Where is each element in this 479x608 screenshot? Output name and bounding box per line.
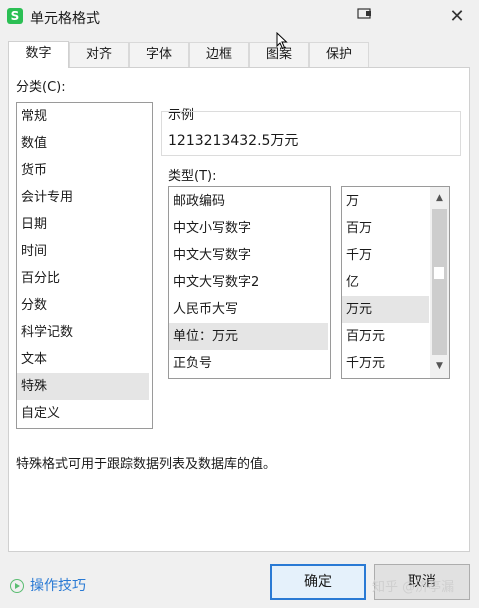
- tab-border[interactable]: 边框: [189, 42, 249, 67]
- watermark: 知乎 @济亭漏: [372, 580, 455, 595]
- unit-list[interactable]: 万 百万 千万 亿 万元 百万元 千万元 ▲ ▼: [341, 186, 450, 379]
- ok-button[interactable]: 确定: [270, 564, 366, 600]
- scrollbar-track[interactable]: [432, 209, 447, 355]
- scrollbar-thumb[interactable]: [434, 267, 444, 279]
- tab-font[interactable]: 字体: [129, 42, 189, 67]
- unit-item[interactable]: 千万: [342, 242, 429, 269]
- scroll-up-icon[interactable]: ▲: [430, 190, 449, 207]
- category-item-custom[interactable]: 自定义: [17, 400, 152, 427]
- type-item[interactable]: 人民币大写: [169, 296, 330, 323]
- type-list[interactable]: 邮政编码 中文小写数字 中文大写数字 中文大写数字2 人民币大写 单位：万元 正…: [168, 186, 331, 379]
- category-label: 分类(C):: [16, 80, 66, 95]
- close-icon[interactable]: ✕: [444, 4, 470, 30]
- unit-item[interactable]: 万: [342, 188, 429, 215]
- type-item-selected[interactable]: 单位：万元: [169, 323, 328, 350]
- restore-icon[interactable]: [352, 4, 378, 30]
- unit-scrollbar[interactable]: ▲ ▼: [430, 187, 449, 378]
- unit-item[interactable]: 百万元: [342, 323, 429, 350]
- category-item-percentage[interactable]: 百分比: [17, 265, 152, 292]
- title-bar: S 单元格格式 ✕: [0, 0, 479, 34]
- tab-number[interactable]: 数字: [8, 41, 69, 68]
- mouse-cursor-icon: [276, 32, 288, 50]
- app-logo-icon: S: [7, 8, 23, 24]
- unit-item-selected[interactable]: 万元: [342, 296, 429, 323]
- tab-protection[interactable]: 保护: [309, 42, 369, 67]
- category-item-special[interactable]: 特殊: [17, 373, 149, 400]
- type-item[interactable]: 正负号: [169, 350, 330, 377]
- play-icon: [10, 579, 24, 593]
- category-item-fraction[interactable]: 分数: [17, 292, 152, 319]
- scroll-down-icon[interactable]: ▼: [430, 358, 449, 375]
- type-item[interactable]: 邮政编码: [169, 188, 330, 215]
- tab-alignment[interactable]: 对齐: [69, 42, 129, 67]
- unit-item[interactable]: 亿: [342, 269, 429, 296]
- category-item-scientific[interactable]: 科学记数: [17, 319, 152, 346]
- type-item[interactable]: 中文大写数字2: [169, 269, 330, 296]
- category-item-time[interactable]: 时间: [17, 238, 152, 265]
- category-item-accounting[interactable]: 会计专用: [17, 184, 152, 211]
- tips-link[interactable]: 操作技巧: [10, 575, 86, 595]
- unit-item[interactable]: 千万元: [342, 350, 429, 377]
- category-item-general[interactable]: 常规: [17, 103, 152, 130]
- type-label: 类型(T):: [168, 169, 217, 184]
- unit-item[interactable]: 百万: [342, 215, 429, 242]
- category-item-number[interactable]: 数值: [17, 130, 152, 157]
- dialog-title: 单元格格式: [30, 11, 100, 27]
- category-list[interactable]: 常规 数值 货币 会计专用 日期 时间 百分比 分数 科学记数 文本 特殊 自定…: [16, 102, 153, 429]
- sample-value: 1213213432.5万元: [168, 133, 299, 149]
- tips-label: 操作技巧: [30, 578, 86, 594]
- category-item-text[interactable]: 文本: [17, 346, 152, 373]
- category-item-currency[interactable]: 货币: [17, 157, 152, 184]
- type-item[interactable]: 中文小写数字: [169, 215, 330, 242]
- description-text: 特殊格式可用于跟踪数据列表及数据库的值。: [16, 457, 277, 472]
- category-item-date[interactable]: 日期: [17, 211, 152, 238]
- type-item[interactable]: 中文大写数字: [169, 242, 330, 269]
